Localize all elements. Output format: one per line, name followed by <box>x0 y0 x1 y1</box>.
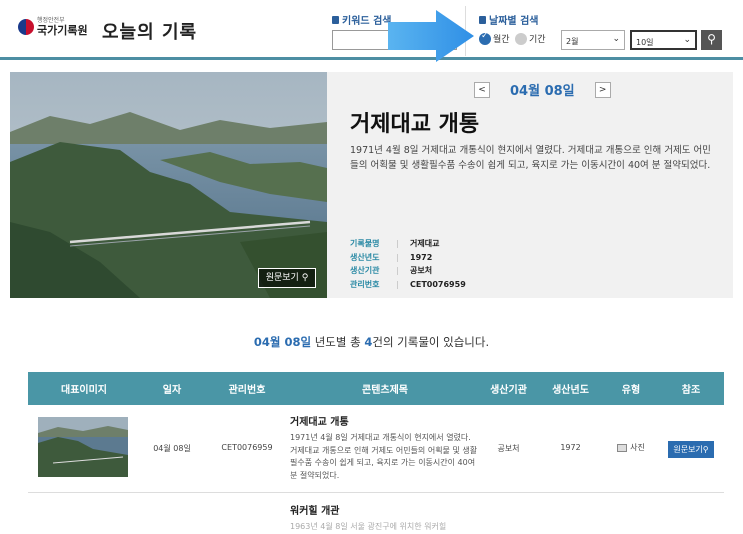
document-icon <box>332 15 339 24</box>
chevron-down-icon: ⌄ <box>683 35 691 45</box>
row-title[interactable]: 거제대교 개통 <box>290 413 480 428</box>
column-header: 참조 <box>681 385 701 396</box>
taegeuk-emblem-icon <box>18 19 34 35</box>
radio-unchecked-icon <box>515 32 527 45</box>
meta-row: 관리번호 | CET0076959 <box>350 278 466 292</box>
magnifier-icon: ⚲ <box>702 445 709 454</box>
bridge-thumbnail-image <box>38 417 128 477</box>
day-select[interactable]: 10일 ⌄ <box>630 30 697 50</box>
photo-icon <box>617 443 628 452</box>
annotation-arrow-icon <box>388 10 474 62</box>
keyword-search-label: 키워드 검색 <box>332 12 391 27</box>
radio-monthly[interactable]: 월간 <box>479 31 510 45</box>
site-title[interactable]: 오늘의 기록 <box>102 18 197 44</box>
column-header: 생산기관 <box>490 385 527 396</box>
chevron-down-icon: ⌄ <box>612 34 620 44</box>
row-agency: 공보처 <box>497 444 520 453</box>
logo[interactable]: 행정안전부 국가기록원 <box>18 18 88 36</box>
column-header: 유형 <box>621 385 641 396</box>
search-button[interactable]: ⚲ <box>701 30 722 50</box>
meta-value: 공보처 <box>410 266 433 275</box>
month-select[interactable]: 2월 ⌄ <box>561 30 625 50</box>
header: 행정안전부 국가기록원 오늘의 기록 키워드 검색 날짜별 검색 월간 기간 2… <box>0 0 743 60</box>
column-header: 생산년도 <box>552 385 589 396</box>
row-description: 1971년 4월 8일 거제대교 개통식이 현지에서 열렸다. 거제대교 개통으… <box>290 433 478 480</box>
record-title: 거제대교 개통 <box>350 112 480 137</box>
record-description: 1971년 4월 8일 거제대교 개통식이 현지에서 열렸다. 거제대교 개통으… <box>350 145 711 171</box>
date-navigator: < 04월 08일 > <box>474 80 611 99</box>
meta-key: 생산기관 <box>350 266 380 275</box>
featured-photo <box>10 72 327 298</box>
table-row[interactable]: 04월 08일 CET0076959 거제대교 개통 1971년 4월 8일 거… <box>28 405 724 493</box>
date-search-label: 날짜별 검색 <box>479 12 538 27</box>
column-header: 일자 <box>162 385 182 396</box>
meta-row: 기록물명 | 거제대교 <box>350 237 466 251</box>
meta-row: 생산년도 | 1972 <box>350 251 466 265</box>
radio-period[interactable]: 기간 <box>515 32 546 45</box>
table-header: 대표이미지 일자 관리번호 콘텐츠제목 생산기관 생산년도 유형 참조 <box>28 372 724 405</box>
meta-value: 거제대교 <box>410 239 440 248</box>
row-year: 1972 <box>560 443 581 452</box>
meta-row: 생산기관 | 공보처 <box>350 264 466 278</box>
meta-key: 기록물명 <box>350 239 380 248</box>
results-summary: 04월 08일 년도별 총 4건의 기록물이 있습니다. <box>253 335 490 349</box>
next-date-button[interactable]: > <box>594 81 611 98</box>
record-metadata: 기록물명 | 거제대교 생산년도 | 1972 생산기관 | 공보처 관리번호 … <box>350 237 466 291</box>
table-row[interactable]: 워커힐 개관 1963년 4월 8일 서울 광진구에 위치한 워커힐 <box>28 494 724 534</box>
meta-value: CET0076959 <box>410 279 466 289</box>
calendar-icon <box>479 15 486 24</box>
row-date: 04월 08일 <box>153 444 191 453</box>
current-date: 04월 08일 <box>510 84 575 99</box>
magnifier-icon: ⚲ <box>301 273 309 283</box>
row-id: CET0076959 <box>221 443 273 452</box>
search-icon: ⚲ <box>707 32 716 46</box>
row-title[interactable]: 워커힐 개관 <box>290 502 480 517</box>
prev-date-button[interactable]: < <box>474 81 490 98</box>
org-name: 국가기록원 <box>37 24 88 37</box>
column-header: 콘텐츠제목 <box>362 385 408 396</box>
column-header: 대표이미지 <box>61 385 107 396</box>
bridge-landscape-image <box>10 72 327 298</box>
meta-key: 생산년도 <box>350 252 380 262</box>
original-view-button[interactable]: 원문보기 ⚲ <box>258 268 316 288</box>
column-header: 관리번호 <box>228 385 266 396</box>
row-original-view-button[interactable]: 원문보기⚲ <box>668 441 714 458</box>
row-type: 사진 <box>604 442 658 453</box>
meta-key: 관리번호 <box>350 279 380 289</box>
radio-checked-icon <box>479 31 491 45</box>
meta-value: 1972 <box>410 252 433 262</box>
row-thumbnail[interactable] <box>38 417 128 477</box>
